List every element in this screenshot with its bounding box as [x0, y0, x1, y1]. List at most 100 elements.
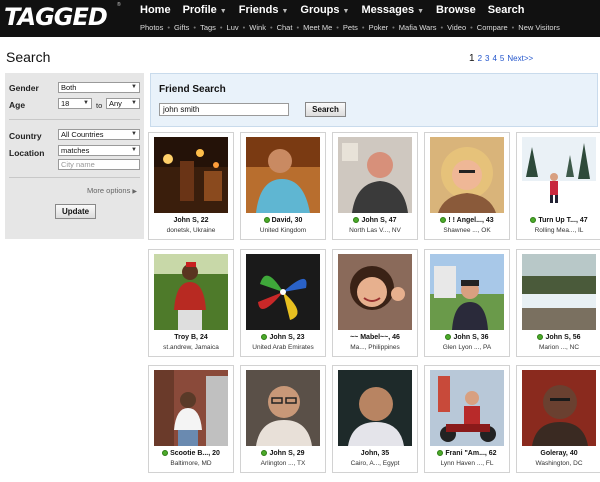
separator-dot: • — [470, 23, 473, 32]
profile-name-link[interactable]: Turn Up T..., 47 — [517, 217, 600, 224]
profile-photo[interactable] — [522, 370, 596, 446]
separator-dot: • — [336, 23, 339, 32]
subnav-wink[interactable]: Wink — [249, 23, 266, 34]
divider — [9, 119, 140, 120]
profile-name-link[interactable]: David, 30 — [241, 217, 325, 224]
profile-photo[interactable] — [522, 137, 596, 213]
profile-photo[interactable] — [246, 370, 320, 446]
nav-label: Groups — [300, 4, 340, 16]
subnav-luv[interactable]: Luv — [227, 23, 239, 34]
subnav-meet-me[interactable]: Meet Me — [303, 23, 332, 34]
result-card[interactable]: Frani "Am..., 62 Lynn Haven ..., FL — [424, 365, 510, 473]
online-status-icon — [437, 450, 444, 456]
age-max-select[interactable]: Any ▼ — [106, 98, 140, 109]
location-match-select[interactable]: matches ▼ — [58, 145, 140, 156]
profile-name-link[interactable]: Goleray, 40 — [517, 450, 600, 457]
result-card[interactable]: John S, 36 Glen Lyon ..., PA — [424, 249, 510, 357]
more-options-link[interactable]: More options ▶ — [87, 186, 137, 195]
subnav-new-visitors[interactable]: New Visitors — [518, 23, 560, 34]
nav-messages[interactable]: Messages ▼ — [361, 4, 424, 18]
profile-name: John S, 23 — [269, 334, 305, 341]
friend-search-button[interactable]: Search — [305, 102, 346, 117]
result-card[interactable]: John S, 22 donetsk, Ukraine — [148, 132, 234, 240]
profile-photo[interactable] — [430, 254, 504, 330]
subnav-video[interactable]: Video — [447, 23, 466, 34]
nav-browse[interactable]: Browse — [436, 4, 476, 18]
profile-location: Glen Lyon ..., PA — [442, 344, 492, 351]
friend-search-panel: Friend Search john smith Search — [150, 73, 598, 127]
nav-home[interactable]: Home — [140, 4, 171, 18]
profile-location: Rolling Mea..., IL — [534, 227, 584, 234]
profile-name-link[interactable]: John S, 56 — [517, 334, 600, 341]
profile-location: Shawnee ..., OK — [443, 227, 491, 234]
subnav-compare[interactable]: Compare — [477, 23, 508, 34]
top-header: TAGGED ® Home Profile ▼ Friends ▼ Groups ▼ Mess… — [0, 0, 600, 37]
nav-label: Home — [140, 4, 171, 16]
gender-select[interactable]: Both ▼ — [58, 82, 140, 93]
result-card[interactable]: ! ! Angel..., 43 Shawnee ..., OK — [424, 132, 510, 240]
chevron-down-icon: ▼ — [219, 8, 227, 15]
subnav-poker[interactable]: Poker — [369, 23, 389, 34]
profile-photo[interactable] — [338, 254, 412, 330]
nav-friends[interactable]: Friends ▼ — [239, 4, 289, 18]
profile-name-link[interactable]: John S, 23 — [241, 334, 325, 341]
age-min-select[interactable]: 18 ▼ — [58, 98, 92, 109]
subnav-gifts[interactable]: Gifts — [174, 23, 189, 34]
subnav-photos[interactable]: Photos — [140, 23, 163, 34]
result-card[interactable]: John S, 29 Arlington ..., TX — [240, 365, 326, 473]
profile-name-link[interactable]: Scootie B..., 20 — [149, 450, 233, 457]
separator-dot: • — [511, 23, 515, 32]
subnav-chat[interactable]: Chat — [277, 23, 293, 34]
result-card[interactable]: David, 30 United Kingdom — [240, 132, 326, 240]
divider — [9, 177, 140, 178]
profile-photo[interactable] — [430, 370, 504, 446]
result-card[interactable]: Troy B, 24 st.andrew, Jamaica — [148, 249, 234, 357]
result-card[interactable]: Turn Up T..., 47 Rolling Mea..., IL — [516, 132, 600, 240]
profile-name-link[interactable]: John S, 29 — [241, 450, 325, 457]
tagged-logo[interactable]: TAGGED — [4, 3, 108, 31]
profile-photo[interactable] — [430, 137, 504, 213]
profile-photo[interactable] — [522, 254, 596, 330]
profile-photo[interactable] — [246, 254, 320, 330]
page-current: 1 — [469, 53, 475, 64]
update-button[interactable]: Update — [55, 204, 96, 219]
nav-groups[interactable]: Groups ▼ — [300, 4, 349, 18]
age-label: Age — [9, 100, 26, 110]
profile-name-link[interactable]: Frani "Am..., 62 — [425, 450, 509, 457]
profile-photo[interactable] — [338, 370, 412, 446]
result-card[interactable]: John S, 23 United Arab Emirates — [240, 249, 326, 357]
friend-search-input[interactable]: john smith — [159, 103, 289, 116]
page-link-2[interactable]: 2 — [478, 54, 482, 63]
result-card[interactable]: John, 35 Cairo, A..., Egypt — [332, 365, 418, 473]
page-link-3[interactable]: 3 — [485, 54, 489, 63]
profile-photo[interactable] — [154, 137, 228, 213]
result-card[interactable]: ~~ Mabel~~, 46 Ma..., Philippines — [332, 249, 418, 357]
country-select[interactable]: All Countries ▼ — [58, 129, 140, 140]
next-page-link[interactable]: Next>> — [507, 54, 533, 63]
profile-photo[interactable] — [338, 137, 412, 213]
online-status-icon — [440, 217, 447, 223]
result-card[interactable]: Scootie B..., 20 Baltimore, MD — [148, 365, 234, 473]
profile-name-link[interactable]: ! ! Angel..., 43 — [425, 217, 509, 224]
profile-photo[interactable] — [246, 137, 320, 213]
separator-dot: • — [242, 23, 246, 32]
result-card[interactable]: John S, 56 Marion ..., NC — [516, 249, 600, 357]
subnav-pets[interactable]: Pets — [343, 23, 358, 34]
nav-search[interactable]: Search — [488, 4, 525, 18]
page-link-5[interactable]: 5 — [500, 54, 504, 63]
subnav-tags[interactable]: Tags — [200, 23, 216, 34]
profile-name-link[interactable]: John S, 36 — [425, 334, 509, 341]
page-link-4[interactable]: 4 — [492, 54, 496, 63]
profile-photo[interactable] — [154, 254, 228, 330]
profile-name-link[interactable]: John S, 22 — [149, 217, 233, 224]
profile-name-link[interactable]: John S, 47 — [333, 217, 417, 224]
profile-name-link[interactable]: ~~ Mabel~~, 46 — [333, 334, 417, 341]
profile-name-link[interactable]: Troy B, 24 — [149, 334, 233, 341]
result-card[interactable]: John S, 47 North Las V..., NV — [332, 132, 418, 240]
profile-photo[interactable] — [154, 370, 228, 446]
nav-profile[interactable]: Profile ▼ — [183, 4, 227, 18]
result-card[interactable]: Goleray, 40 Washington, DC — [516, 365, 600, 473]
profile-name-link[interactable]: John, 35 — [333, 450, 417, 457]
subnav-mafia-wars[interactable]: Mafia Wars — [399, 23, 437, 34]
city-name-input[interactable]: City name — [58, 159, 140, 170]
